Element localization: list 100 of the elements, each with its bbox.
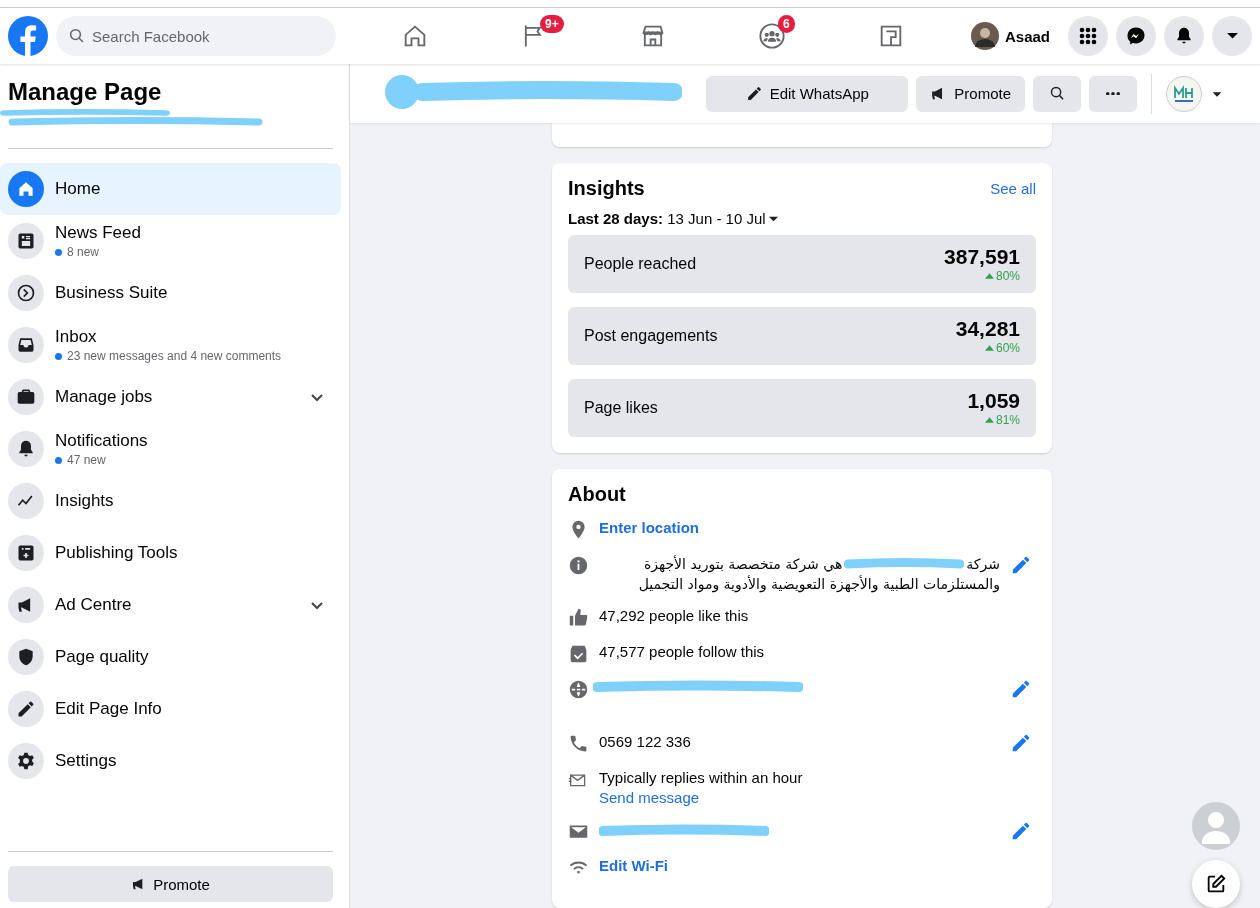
sidebar-item[interactable]: Edit Page Info [0,683,341,735]
sidebar-item[interactable]: Settings [0,735,341,787]
metric-tile[interactable]: Post engagements 34,281 60% [568,307,1036,365]
phone-icon [568,733,589,754]
edit-icon[interactable] [1010,820,1032,842]
promote-button[interactable]: Promote [8,866,333,902]
sidebar-item[interactable]: Inbox 23 new messages and 4 new comments [0,319,341,371]
metric-change: 60% [984,341,1020,355]
description-text: هي شركة متخصصة بتوريد الأجهزة [643,554,843,574]
sidebar-item-label: Manage jobs [55,387,154,407]
sidebar-item[interactable]: Publishing Tools [0,527,341,579]
metric-tile[interactable]: Page likes 1,059 81% [568,379,1036,437]
sidebar-item-label: Publishing Tools [55,543,179,563]
account-menu-button[interactable] [1212,16,1252,56]
bell-icon [1174,26,1194,46]
metric-change: 80% [984,269,1020,283]
about-link[interactable]: Send message [599,788,700,808]
description-text: والمستلزمات الطبية والأجهزة التعويضية والأدوية ومواد التجميل [638,574,1000,594]
metric-label: People reached [584,255,697,273]
about-link[interactable]: Enter location [599,518,699,538]
metric-label: Page likes [584,399,658,417]
up-arrow-icon [984,417,994,423]
card-title: About [568,483,627,506]
gear-icon [8,743,44,779]
sidebar-item[interactable]: News Feed 8 new [0,215,341,267]
promote-button[interactable]: Promote [916,75,1025,112]
follow-icon [568,643,589,664]
grid-icon [1078,26,1098,46]
compose-icon [1205,873,1227,895]
sidebar-title: Manage Page [8,78,162,105]
date-range-dropdown[interactable]: Last 28 days: 13 Jun - 10 Jul [568,210,779,227]
search-field[interactable]: Search Facebook [56,16,336,56]
notification-badge: 6 [778,15,795,33]
metric-label: Post engagements [584,327,718,345]
pencil-icon [745,85,763,102]
sidebar-item[interactable]: Manage jobs [0,371,341,423]
item-status: 8 new [55,245,341,259]
metric-value: 387,591 [944,245,1020,269]
notifications-button[interactable] [1164,16,1204,56]
metric-tile[interactable]: People reached 387,591 80% [568,235,1036,293]
jobs-icon [8,379,44,415]
about-text: 47,577 people follow this [599,642,766,662]
chat-bubble-icon [1126,26,1146,46]
sidebar-item[interactable]: Home [0,163,341,215]
more-icon [1106,91,1120,96]
caret-icon [1226,33,1238,39]
card-title: Insights [568,177,645,200]
megaphone-icon [8,587,44,623]
metric-change: 81% [984,413,1020,427]
sidebar-item-label: News Feed [55,223,142,243]
about-link[interactable]: Edit Wi-Fi [599,856,669,876]
newsfeed-icon [8,223,44,259]
info-icon [568,555,589,576]
sidebar-item-label: Page quality [55,647,150,667]
website-icon [568,679,589,700]
new-message-button[interactable] [1192,860,1240,908]
sidebar-item[interactable]: Business Suite [0,267,341,319]
about-text: Typically replies within an hour [599,768,804,788]
profile-name[interactable]: Asaad [1004,27,1050,45]
up-arrow-icon [984,273,994,279]
shield-icon [8,639,44,675]
notification-badge: 9+ [540,15,564,33]
see-all-link[interactable]: See all [990,180,1036,197]
sidebar-item-label: Notifications [55,431,149,451]
search-button[interactable] [1033,75,1081,112]
item-status: 47 new [55,453,341,467]
home-icon [8,171,44,207]
logo-icon[interactable] [8,16,48,56]
sidebar-item-label: Insights [55,491,115,511]
about-text: 0569 122 336 [599,732,692,752]
about-text: 47,292 people like this [599,606,750,626]
metric-value: 1,059 [967,389,1020,413]
edit-icon[interactable] [1010,732,1032,754]
metric-value: 34,281 [955,317,1020,341]
sidebar-item-label: Ad Centre [55,595,133,615]
sidebar-item[interactable]: Ad Centre [0,579,341,631]
publishing-icon [8,535,44,571]
search-icon [1048,85,1066,102]
edit-icon[interactable] [1010,554,1032,576]
sidebar-item[interactable]: Insights [0,475,341,527]
description-text: شركة [966,555,1000,574]
page-logo-icon[interactable] [1166,75,1202,112]
search-icon [68,27,86,45]
sidebar-item-label: Inbox [55,327,98,347]
sidebar-item-label: Edit Page Info [55,699,163,719]
sidebar-item-label: Settings [55,751,118,771]
messenger-button[interactable] [1116,16,1156,56]
sidebar-item[interactable]: Notifications 47 new [0,423,341,475]
pencil-icon [8,691,44,727]
avatar-icon[interactable] [970,22,999,50]
like-icon [568,607,589,628]
edit-button[interactable]: Edit WhatsApp [706,75,909,112]
inbox-icon [8,327,44,363]
menu-button[interactable] [1068,16,1108,56]
sidebar-item[interactable]: Page quality [0,631,341,683]
edit-icon[interactable] [1010,678,1032,700]
insights-icon [8,483,44,519]
sidebar-item-label: Business Suite [55,283,169,303]
suite-icon [8,275,44,311]
bell-icon [8,431,44,467]
